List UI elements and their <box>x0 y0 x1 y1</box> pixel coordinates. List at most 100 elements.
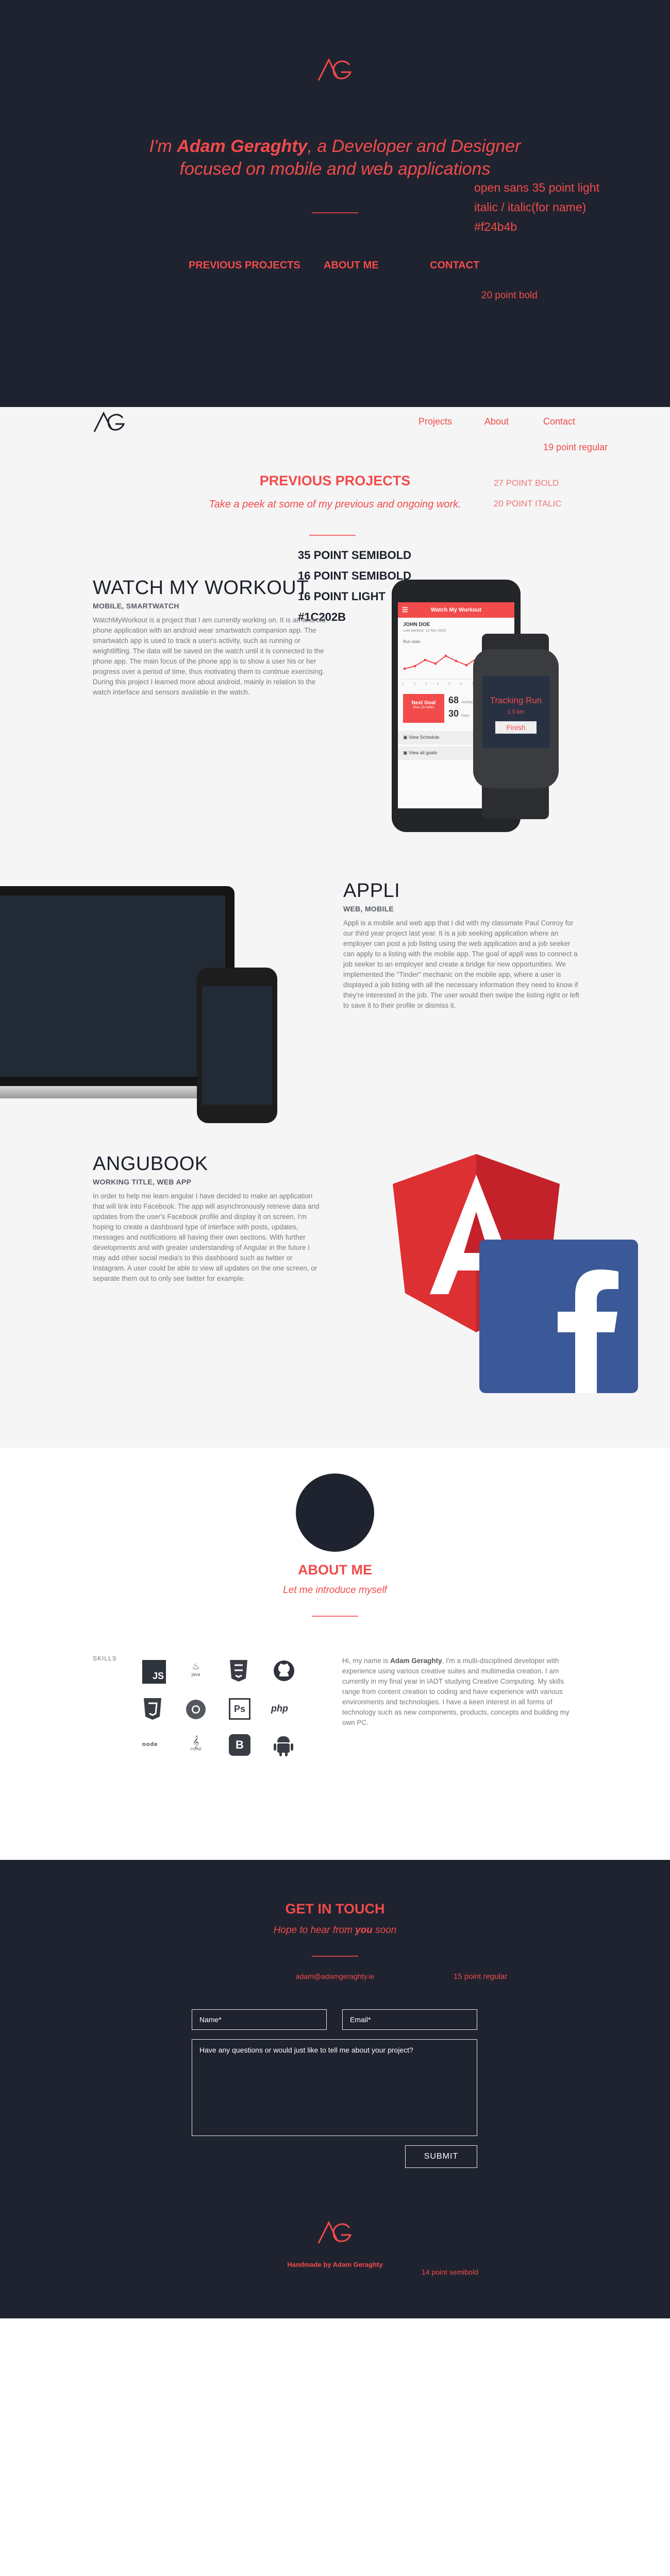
project-tags: WEB, MOBILE <box>343 905 394 913</box>
bio-prefix: Hi, my name is <box>342 1657 391 1665</box>
next-goal-sub: Run 10 miles <box>413 706 434 709</box>
android-icon <box>274 1736 293 1756</box>
axis-tick: 2 <box>413 683 415 686</box>
html5-icon <box>230 1660 247 1682</box>
about-section: ABOUT ME Let me introduce myself SKILLS … <box>0 1448 670 1860</box>
row-label: View Schedule <box>409 735 440 740</box>
name-placeholder: Name* <box>199 2015 222 2024</box>
page-bottom-blank <box>0 2318 670 2576</box>
axis-tick: 6 <box>460 683 462 686</box>
contact-email-link[interactable]: adam@adamgeraghty.ie <box>0 1972 670 1980</box>
calendar-icon: ▣ <box>403 735 409 740</box>
project-description: Appli is a mobile and web app that I did… <box>343 919 579 1009</box>
about-divider <box>312 1616 358 1617</box>
projects-title: PREVIOUS PROJECTS <box>259 473 411 488</box>
hero-nav: PREVIOUS PROJECTS ABOUT ME CONTACT <box>0 260 670 275</box>
skill-label: Ps <box>233 1703 246 1714</box>
about-title: ABOUT ME <box>298 1562 372 1578</box>
hero-divider <box>312 212 358 213</box>
annotation-line: open sans 35 point light <box>474 181 599 194</box>
skill-label: php <box>271 1703 288 1714</box>
hero-nav-projects[interactable]: PREVIOUS PROJECTS <box>189 260 300 272</box>
smartwatch-mockup: Tracking Run 1.5 km Finish <box>473 649 559 788</box>
hero-nav-contact[interactable]: CONTACT <box>430 260 479 272</box>
skill-label: node <box>142 1741 158 1748</box>
topbar-logo-icon[interactable] <box>93 411 127 433</box>
footer-annotation: 14 point semibold <box>422 2268 478 2276</box>
about-bio: Hi, my name is Adam Geraghty, I'm a mult… <box>342 1656 572 1728</box>
hero-nav-about[interactable]: ABOUT ME <box>324 260 379 272</box>
watch-title: Tracking Run <box>490 696 542 705</box>
submit-button[interactable]: SUBMIT <box>405 2145 477 2168</box>
subtitle-prefix: Hope to hear from <box>273 1925 356 1936</box>
email-placeholder: Email* <box>350 2015 371 2024</box>
stat-number: 68 <box>448 695 459 705</box>
nodejs-icon: node <box>142 1741 158 1748</box>
contact-subtitle: Hope to hear from you soon <box>0 1925 670 1936</box>
annotation-line: 35 POINT SEMIBOLD <box>298 549 412 562</box>
project-description: WatchMyWorkout is a project that I am cu… <box>93 616 326 696</box>
mysql-icon: 𝄞 mysql <box>186 1735 206 1756</box>
next-goal-label: Next Goal <box>411 700 436 706</box>
bio-rest: , I'm a multi-disciplined developer with… <box>342 1657 569 1726</box>
stat-label: Activity <box>461 701 473 704</box>
menu-icon[interactable]: ☰ <box>402 606 408 614</box>
skill-label: java <box>191 1672 200 1677</box>
avatar <box>296 1473 374 1552</box>
logo-icon[interactable] <box>316 58 354 81</box>
about-subtitle: Let me introduce myself <box>283 1585 387 1596</box>
skill-label: JS <box>152 1671 164 1681</box>
stat-days: 30 Days <box>448 708 470 719</box>
projects-title-annotation: 27 POINT BOLD <box>494 478 559 488</box>
facebook-logo-icon <box>479 1240 638 1393</box>
app-title: Watch My Workout <box>430 607 482 613</box>
watch-screen: Tracking Run 1.5 km Finish <box>482 676 549 748</box>
contact-divider <box>312 1956 358 1957</box>
contact-title: GET IN TOUCH <box>285 1901 385 1917</box>
hero-nav-annotation: 20 point bold <box>481 290 538 301</box>
email-field[interactable]: Email* <box>342 2009 477 2030</box>
chrome-icon <box>186 1700 206 1719</box>
footer-credit: Handmade by Adam Geraghty <box>287 2261 383 2268</box>
axis-tick: 3 <box>425 683 427 686</box>
projects-subtitle: Take a peek at some of my previous and o… <box>209 499 461 510</box>
topbar-annotation: 19 point regular <box>543 442 608 452</box>
project-title: WATCH MY WORKOUT <box>93 577 309 599</box>
projects-section: Projects About Contact 19 point regular … <box>0 407 670 1448</box>
skill-label: B <box>236 1738 244 1751</box>
hero-section: I'm Adam Geraghty, a Developer and Desig… <box>0 0 670 407</box>
message-field[interactable]: Have any questions or would just like to… <box>192 2039 477 2136</box>
stat-activity: 68 Activity <box>448 695 473 706</box>
subtitle-suffix: soon <box>372 1925 397 1936</box>
email-annotation: 15 point regular <box>454 1972 508 1981</box>
submit-label: SUBMIT <box>424 2152 459 2161</box>
skill-label: mysql <box>190 1747 202 1751</box>
contact-section: GET IN TOUCH Hope to hear from you soon … <box>0 1860 670 2318</box>
hero-intro: I'm Adam Geraghty, a Developer and Desig… <box>103 135 567 180</box>
topbar-nav-about[interactable]: About <box>484 416 509 427</box>
watch-distance: 1.5 km <box>507 709 525 715</box>
annotation-line: 16 POINT SEMIBOLD <box>298 569 412 582</box>
project-tags: MOBILE, SMARTWATCH <box>93 602 179 610</box>
hero-intro-line2: focused on mobile and web applications <box>179 159 491 179</box>
name-field[interactable]: Name* <box>192 2009 327 2030</box>
hero-font-annotation: open sans 35 point light italic / italic… <box>474 178 599 236</box>
topbar-nav-contact[interactable]: Contact <box>543 416 575 427</box>
watch-band-bottom <box>482 783 549 819</box>
annotation-line: italic / italic(for name) <box>474 200 587 214</box>
subtitle-bold: you <box>355 1925 373 1936</box>
phone-mockup-small <box>197 968 277 1123</box>
app-bar: ☰ Watch My Workout <box>398 602 514 618</box>
watch-finish-button[interactable]: Finish <box>495 721 537 734</box>
topbar-nav-projects[interactable]: Projects <box>418 416 452 427</box>
hero-intro-name: Adam Geraghty <box>177 137 308 156</box>
project-title: ANGUBOOK <box>93 1153 208 1175</box>
photoshop-icon: Ps <box>229 1698 250 1720</box>
axis-tick: 4 <box>437 683 439 686</box>
annotation-line: #f24b4b <box>474 220 517 233</box>
footer-logo-icon[interactable] <box>316 2221 354 2244</box>
next-goal-card[interactable]: Next Goal Run 10 miles <box>403 694 444 723</box>
list-icon: ▣ <box>403 750 409 755</box>
skills-label: SKILLS <box>93 1655 117 1662</box>
projects-divider <box>309 535 356 536</box>
